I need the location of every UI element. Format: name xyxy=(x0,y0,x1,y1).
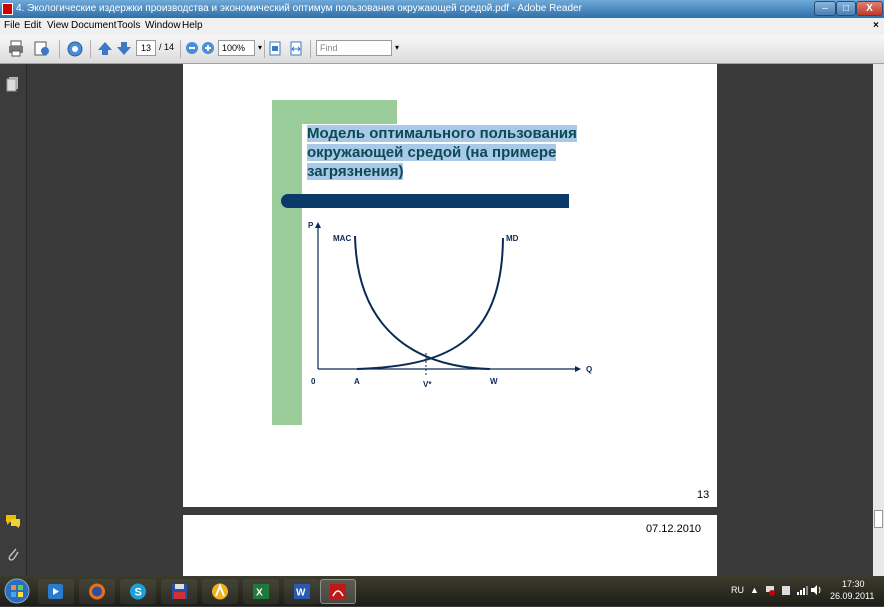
x-axis-label: Q xyxy=(586,365,592,374)
menu-edit[interactable]: Edit xyxy=(24,20,41,31)
scrollbar[interactable] xyxy=(873,64,884,576)
mac-curve xyxy=(354,235,491,370)
fit-width-icon[interactable] xyxy=(289,40,303,57)
attach-icon[interactable] xyxy=(33,40,51,57)
taskbar-firefox[interactable] xyxy=(79,579,115,604)
decorative-green-block xyxy=(302,100,397,124)
slide-title: Модель оптимального пользования окружающ… xyxy=(307,124,607,181)
md-curve xyxy=(356,237,504,370)
taskbar-app[interactable] xyxy=(202,579,238,604)
toolbar-separator xyxy=(180,40,181,58)
collaborate-icon[interactable] xyxy=(66,40,84,57)
decorative-green-strip xyxy=(272,100,302,425)
menu-help[interactable]: Help xyxy=(182,20,203,31)
pdf-page-next: 07.12.2010 xyxy=(183,515,717,576)
chart: P Q MAC MD 0 A V* W xyxy=(308,221,592,389)
series-label-mac: MAC xyxy=(333,234,351,243)
comments-icon[interactable] xyxy=(5,514,21,528)
svg-text:X: X xyxy=(256,588,263,599)
title-underline-bar xyxy=(281,194,569,208)
svg-text:W: W xyxy=(296,588,306,599)
toolbar-separator xyxy=(90,40,91,58)
firefox-icon xyxy=(89,583,105,600)
scrollbar-thumb[interactable] xyxy=(874,510,883,528)
point-label-a: A xyxy=(354,377,360,386)
clock-time[interactable]: 17:30 xyxy=(842,579,865,589)
flag-icon[interactable] xyxy=(764,584,776,596)
slide-title-line: окружающей средой (на примере xyxy=(307,144,557,161)
taskbar-skype[interactable]: S xyxy=(120,579,156,604)
app-icon xyxy=(212,583,228,600)
svg-text:S: S xyxy=(135,587,142,599)
zoom-in-icon[interactable] xyxy=(201,40,215,57)
toolbar-separator xyxy=(59,40,60,58)
point-label-w: W xyxy=(490,377,498,386)
taskbar-save-app[interactable] xyxy=(161,579,197,604)
zoom-level-input[interactable]: 100% xyxy=(218,40,255,56)
volume-icon[interactable] xyxy=(810,584,822,596)
taskbar-excel[interactable]: X xyxy=(243,579,279,604)
origin-label: 0 xyxy=(311,377,316,386)
y-axis-arrow xyxy=(315,222,321,228)
clock-date[interactable]: 26.09.2011 xyxy=(830,591,874,601)
x-axis-arrow xyxy=(575,366,581,372)
pages-icon[interactable] xyxy=(6,76,20,92)
language-indicator[interactable]: RU xyxy=(731,585,744,595)
chevron-down-icon[interactable]: ▾ xyxy=(258,43,262,52)
point-label-optimum: V* xyxy=(423,380,432,389)
fit-page-icon[interactable] xyxy=(268,40,282,57)
taskbar-adobe-reader[interactable] xyxy=(320,579,356,604)
toolbar: 13 / 14 100% ▾ Find ▾ xyxy=(0,35,884,64)
menu-view[interactable]: View xyxy=(47,20,69,31)
taskbar-media-player[interactable] xyxy=(38,579,74,604)
start-button-icon[interactable] xyxy=(4,578,30,604)
title-bar: 4. Экологические издержки производства и… xyxy=(0,0,884,18)
close-button[interactable]: X xyxy=(856,1,883,16)
find-options-icon[interactable]: ▾ xyxy=(395,43,399,52)
menu-tools[interactable]: Tools xyxy=(117,20,140,31)
toolbar-separator xyxy=(264,40,265,58)
battery-icon[interactable] xyxy=(780,584,792,596)
maximize-button[interactable]: □ xyxy=(836,1,856,16)
page-total: / 14 xyxy=(159,42,175,52)
y-axis-label: P xyxy=(308,221,314,230)
menu-file[interactable]: File xyxy=(4,20,20,31)
show-hidden-icons[interactable]: ▲ xyxy=(750,585,759,595)
toolbar-separator xyxy=(310,40,311,58)
slide-title-line: Модель оптимального пользования xyxy=(307,125,577,142)
zoom-out-icon[interactable] xyxy=(185,40,199,57)
menu-window[interactable]: Window xyxy=(145,20,181,31)
pdf-page: Модель оптимального пользования окружающ… xyxy=(183,64,717,507)
taskbar-word[interactable]: W xyxy=(284,579,320,604)
minimize-button[interactable]: – xyxy=(814,1,836,16)
page-number-input[interactable]: 13 xyxy=(136,40,156,56)
menu-document[interactable]: Document xyxy=(71,20,117,31)
network-signal-icon[interactable] xyxy=(796,584,808,596)
adobe-reader-icon xyxy=(2,3,13,15)
floppy-icon xyxy=(172,584,187,599)
find-input[interactable]: Find xyxy=(316,40,392,56)
adobe-reader-taskbar-icon xyxy=(330,584,346,599)
skype-icon: S xyxy=(130,583,146,600)
close-document-icon[interactable]: × xyxy=(873,20,879,31)
slide-number: 13 xyxy=(697,489,710,501)
excel-icon: X xyxy=(253,584,269,599)
word-icon: W xyxy=(294,584,310,599)
print-icon[interactable] xyxy=(8,40,24,57)
media-player-icon xyxy=(48,584,63,599)
navigation-panel xyxy=(0,64,27,576)
slide-date: 07.12.2010 xyxy=(646,523,702,535)
slide-title-line: загрязнения) xyxy=(307,163,404,180)
taskbar: S X W RU ▲ 17:30 26.09.2011 xyxy=(0,576,884,606)
next-page-icon[interactable] xyxy=(116,40,132,57)
paperclip-icon[interactable] xyxy=(6,546,20,562)
previous-page-icon[interactable] xyxy=(97,40,113,57)
window-title: 4. Экологические издержки производства и… xyxy=(16,3,582,14)
series-label-md: MD xyxy=(506,234,519,243)
menu-bar: File Edit View Document Tools Window Hel… xyxy=(0,18,884,36)
